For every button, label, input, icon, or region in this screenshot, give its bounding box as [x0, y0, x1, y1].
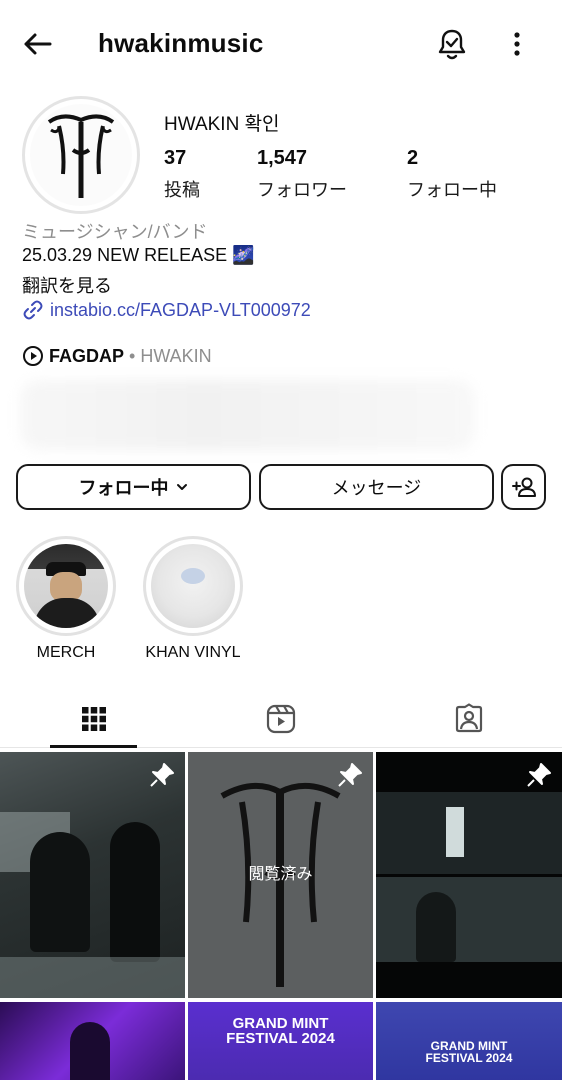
post-thumbnail[interactable]	[0, 1002, 185, 1080]
highlight-vinyl-label: KHAN VINYL	[145, 644, 241, 661]
profile-link[interactable]: instabio.cc/FAGDAP-VLT000972	[22, 299, 311, 321]
active-tab-indicator	[50, 745, 137, 748]
display-name: HWAKIN 확인	[164, 114, 280, 135]
redacted-region	[20, 380, 475, 450]
tab-reels[interactable]	[187, 690, 374, 748]
highlight-vinyl-image	[151, 544, 235, 628]
threads-icon	[23, 346, 43, 366]
link-icon	[23, 300, 43, 320]
highlight-khan-vinyl[interactable]: KHAN VINYL	[143, 536, 243, 662]
posts-grid: 閲覧済み GRAND MINT FESTIVAL 2024 GRAND MINT…	[0, 752, 562, 1080]
pin-icon	[338, 763, 362, 787]
highlight-merch-image	[24, 544, 108, 628]
stat-posts[interactable]: 37 投稿	[164, 147, 200, 202]
profile-bio: 25.03.29 NEW RELEASE 🌌	[22, 245, 255, 265]
highlight-merch-label: MERCH	[36, 644, 96, 661]
tagged-icon	[455, 703, 482, 733]
notifications-button[interactable]	[434, 26, 470, 62]
post-thumbnail[interactable]: GRAND MINT FESTIVAL 2024	[376, 1002, 562, 1080]
following-button-label: フォロー中	[78, 478, 169, 498]
stat-following-value: 2	[407, 147, 419, 169]
bell-check-icon	[438, 29, 466, 60]
festival-title-line2: FESTIVAL 2024	[226, 1030, 335, 1047]
more-options-button[interactable]	[502, 26, 532, 62]
pin-icon	[150, 763, 174, 787]
stat-following[interactable]: 2 フォロー中	[407, 147, 497, 202]
back-arrow-icon	[24, 33, 52, 55]
highlight-merch[interactable]: MERCH	[16, 536, 116, 662]
back-button[interactable]	[20, 26, 56, 62]
message-button-label: メッセージ	[331, 478, 422, 498]
add-person-icon	[511, 477, 536, 497]
avatar-logo	[30, 104, 132, 206]
more-vertical-icon	[514, 32, 520, 56]
festival-title-small-line2: FESTIVAL 2024	[425, 1051, 513, 1065]
post-thumbnail[interactable]: 閲覧済み	[188, 752, 373, 998]
viewed-label: 閲覧済み	[248, 866, 313, 883]
threads-name: FAGDAP	[49, 345, 125, 366]
tab-tagged[interactable]	[375, 690, 562, 748]
top-bar: hwakinmusic	[0, 0, 562, 88]
translate-link[interactable]: 翻訳を見る	[22, 272, 112, 298]
festival-title-small: GRAND MINT FESTIVAL 2024	[376, 1040, 562, 1064]
profile-avatar[interactable]	[22, 96, 140, 214]
tab-posts-grid[interactable]	[0, 690, 187, 748]
chevron-down-icon	[176, 484, 187, 490]
threads-sub: HWAKIN	[140, 345, 212, 366]
festival-title: GRAND MINT FESTIVAL 2024	[188, 1016, 373, 1046]
profile-link-text: instabio.cc/FAGDAP-VLT000972	[50, 299, 311, 320]
threads-badge[interactable]: FAGDAP • HWAKIN	[22, 345, 212, 367]
profile-category: ミュージシャン/バンド	[22, 222, 208, 242]
post-thumbnail[interactable]	[0, 752, 185, 998]
stat-followers-value: 1,547	[257, 147, 308, 169]
reels-icon	[266, 704, 295, 734]
stat-followers[interactable]: 1,547 フォロワー	[257, 147, 347, 202]
message-button[interactable]: メッセージ	[259, 464, 494, 510]
profile-tabs	[0, 690, 562, 748]
following-button[interactable]: フォロー中	[16, 464, 251, 510]
stat-posts-value: 37	[164, 147, 187, 169]
highlight-ring	[16, 536, 116, 636]
grid-icon	[81, 707, 106, 731]
post-thumbnail[interactable]	[376, 752, 562, 998]
stat-posts-label: 投稿	[164, 180, 200, 200]
stat-followers-label: フォロワー	[257, 180, 347, 200]
profile-username: hwakinmusic	[98, 28, 264, 58]
highlight-ring	[143, 536, 243, 636]
post-thumbnail[interactable]: GRAND MINT FESTIVAL 2024	[188, 1002, 373, 1080]
threads-separator: •	[129, 345, 136, 366]
suggest-user-button[interactable]	[501, 464, 546, 510]
stat-following-label: フォロー中	[407, 180, 497, 200]
pin-icon	[527, 763, 551, 787]
